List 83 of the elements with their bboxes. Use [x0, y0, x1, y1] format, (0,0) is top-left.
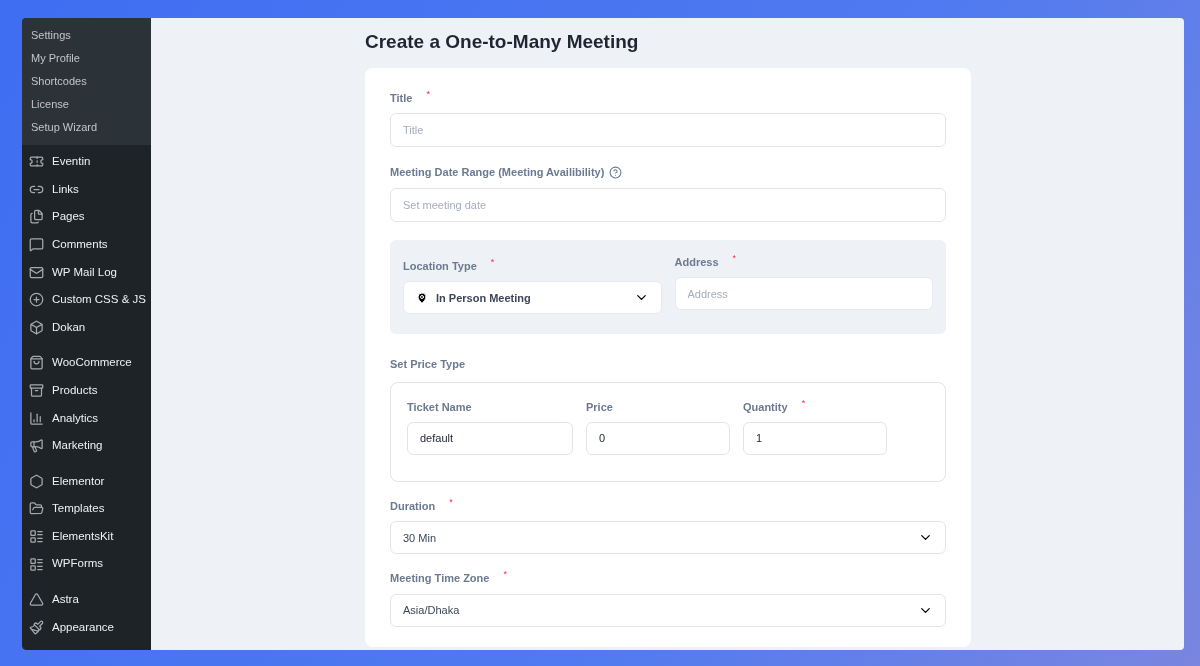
ticket-input[interactable]: 1 — [743, 421, 887, 455]
location-type-select[interactable]: In Person Meeting — [403, 281, 662, 315]
sidebar-item[interactable]: Marketing — [22, 431, 151, 460]
folder-icon — [29, 501, 44, 517]
sidebar-item[interactable]: Appearance — [22, 613, 151, 642]
sidebar-item[interactable]: Links — [22, 175, 151, 204]
menu-label: WP Mail Log — [52, 264, 117, 280]
ticket-icon — [29, 154, 44, 170]
menu-label: ElementsKit — [52, 528, 114, 544]
triangle-icon — [29, 592, 44, 608]
field-label: Price — [586, 400, 613, 416]
form-icon — [29, 529, 44, 544]
field-label: Meeting Time Zone — [390, 571, 490, 587]
bar-chart-icon — [29, 410, 44, 426]
plus-circle-icon — [29, 292, 44, 308]
dropdown-select[interactable]: 30 Min — [390, 521, 946, 555]
submenu-item[interactable]: Shortcodes — [22, 70, 151, 93]
sidebar-item[interactable]: Dokan — [22, 313, 151, 342]
submenu-item[interactable]: License — [22, 93, 151, 116]
menu-label: WooCommerce — [52, 355, 132, 371]
menu-label: Templates — [52, 501, 105, 517]
submenu-item[interactable]: Setup Wizard — [22, 116, 151, 139]
menu-label: Appearance — [52, 619, 115, 635]
menu-label: Dokan — [52, 319, 86, 335]
required-mark: * — [426, 89, 430, 99]
sidebar-item[interactable]: Templates — [22, 495, 151, 523]
field-label: Set Price Type — [390, 358, 465, 371]
menu-label: Astra — [52, 592, 79, 608]
field-label: Meeting Date Range (Meeting Availibility) — [390, 165, 605, 181]
sidebar-item[interactable]: WPForms — [22, 550, 151, 578]
sidebar-item[interactable]: Astra — [22, 585, 151, 614]
field-label: Ticket Name — [407, 400, 472, 416]
menu-label: Products — [52, 382, 98, 398]
box-icon — [29, 319, 44, 335]
archive-icon — [29, 383, 44, 399]
paintbrush-icon — [29, 619, 44, 635]
field-label: Address — [674, 254, 719, 270]
map-pin-icon — [416, 291, 428, 304]
help-icon[interactable] — [609, 166, 623, 179]
sidebar-item[interactable]: ElementsKit — [22, 522, 151, 551]
ticket-input[interactable]: default — [407, 421, 573, 455]
sidebar-item[interactable]: Products — [22, 376, 151, 405]
menu-label: Marketing — [52, 438, 103, 454]
menu-label: Comments — [52, 236, 108, 252]
menu-label: Eventin — [52, 154, 91, 170]
date-input[interactable]: Set meeting date — [390, 187, 946, 222]
sidebar-item[interactable]: Eventin — [22, 148, 151, 176]
sidebar-item[interactable]: Elementor — [22, 467, 151, 496]
required-mark: * — [801, 399, 806, 409]
sidebar-item[interactable]: Analytics — [22, 404, 151, 432]
menu-label: Pages — [52, 209, 85, 225]
submenu-item[interactable]: Settings — [22, 24, 151, 47]
sidebar-item[interactable]: Pages — [22, 203, 151, 231]
dropdown-select[interactable]: Asia/Dhaka — [390, 593, 946, 627]
required-mark: * — [490, 257, 495, 267]
sidebar-item[interactable]: WooCommerce — [22, 349, 151, 377]
megaphone-icon — [29, 438, 44, 454]
submenu-item[interactable]: My Profile — [22, 47, 151, 70]
address-input[interactable]: Address — [674, 277, 933, 311]
hexagon-icon — [29, 473, 44, 489]
form-icon — [29, 556, 44, 572]
field-label: Duration — [390, 498, 436, 514]
sidebar-item[interactable]: Custom CSS & JS — [22, 285, 151, 314]
field-label: Location Type — [403, 258, 477, 274]
ticket-input[interactable]: 0 — [586, 421, 730, 455]
pages-icon — [29, 209, 44, 225]
envelope-icon — [29, 264, 44, 280]
menu-label: WPForms — [52, 556, 104, 572]
title-input[interactable]: Title — [390, 113, 946, 148]
menu-label: Custom CSS & JS — [52, 292, 146, 308]
bag-icon — [29, 355, 44, 371]
required-mark: * — [732, 253, 737, 263]
sidebar-item[interactable]: Comments — [22, 230, 151, 259]
field-label: Quantity — [743, 400, 788, 416]
required-mark: * — [503, 570, 507, 580]
speech-bubble-icon — [29, 237, 44, 253]
menu-label: Elementor — [52, 473, 105, 489]
field-label: Title — [390, 90, 413, 106]
page-heading: Create a One-to-Many Meeting — [365, 30, 640, 54]
menu-label: Analytics — [52, 410, 99, 426]
sidebar-item[interactable]: WP Mail Log — [22, 258, 151, 286]
required-mark: * — [449, 497, 453, 507]
menu-label: Links — [52, 181, 79, 197]
